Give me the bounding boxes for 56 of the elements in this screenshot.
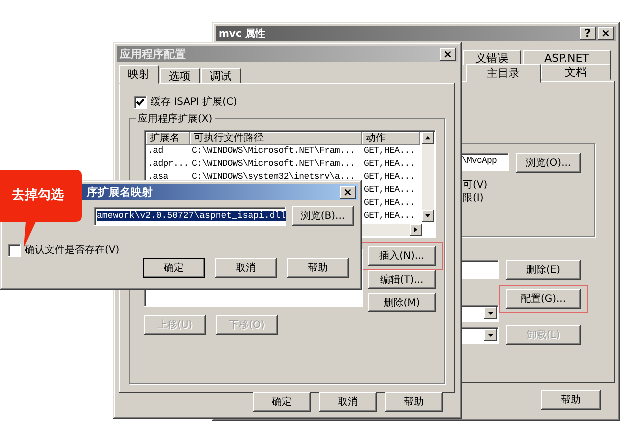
table-cell-text: GET,HEA...	[363, 197, 416, 210]
browse-button[interactable]: 浏览(B)...	[292, 206, 354, 226]
executable-field[interactable]: amework\v2.0.50727\aspnet_isapi.dll	[94, 206, 286, 226]
dropdown[interactable]	[459, 327, 499, 344]
scroll-right-icon[interactable]	[410, 224, 422, 236]
table-cell-text: C:\WINDOWS\system32\inetsrv\a...	[191, 171, 356, 184]
table-cell-text: GET,HEA...	[363, 184, 416, 197]
text-field[interactable]	[459, 260, 499, 279]
table-cell-text: GET,HEA...	[363, 171, 416, 184]
dialog-button[interactable]: 帮助	[385, 392, 443, 412]
column-header[interactable]: 可执行文件路径	[190, 132, 362, 145]
table-cell-text: GET,HEA...	[363, 145, 416, 158]
action-button[interactable]: 编辑(T)...	[368, 270, 436, 289]
window-title: 应用程序配置	[120, 46, 186, 62]
column-header[interactable]: 扩展名	[146, 132, 190, 145]
window-title: mvc 属性	[219, 28, 266, 40]
field-text: amework\v2.0.50727\aspnet_isapi.dll	[97, 210, 286, 220]
option-label: 可(V)	[463, 179, 488, 192]
help-button[interactable]: 帮助	[541, 390, 601, 410]
tab[interactable]: 选项	[160, 68, 200, 84]
tab[interactable]: 主目录	[466, 64, 541, 83]
scrollbar[interactable]	[422, 144, 434, 210]
dialog-button[interactable]: 取消	[215, 258, 277, 278]
tab[interactable]: 文档	[541, 64, 611, 80]
browse-button[interactable]: 浏览(O)...	[516, 153, 581, 173]
action-button[interactable]: 删除(E)	[506, 260, 581, 280]
table-cell-text: .ad	[147, 145, 164, 158]
group-title: 应用程序扩展(X)	[136, 112, 215, 126]
dialog-button[interactable]: 确定	[143, 258, 205, 278]
table-cell-text: GET,HEA...	[363, 210, 416, 223]
close-button[interactable]: ×	[340, 186, 356, 198]
dialog-button[interactable]: 帮助	[287, 258, 349, 278]
option-label: 限(I)	[463, 192, 484, 205]
dropdown[interactable]	[459, 305, 499, 322]
window-title: 序扩展名映射	[87, 184, 153, 200]
action-button[interactable]: 配置(G)...	[506, 289, 581, 309]
tab[interactable]: 映射	[119, 65, 159, 84]
table-cell-text: .adpr...	[147, 158, 190, 171]
checkbox[interactable]	[8, 244, 21, 256]
path-field[interactable]: \MvcApp	[459, 153, 509, 171]
table-cell-text: GET,HEA...	[363, 158, 416, 171]
dialog-button[interactable]: 取消	[319, 392, 377, 412]
scroll-down-icon[interactable]	[422, 210, 434, 222]
table-cell-text: .asa	[147, 171, 170, 184]
table-cell-text: C:\WINDOWS\Microsoft.NET\Fram...	[191, 158, 356, 171]
scroll-up-icon[interactable]	[422, 132, 434, 144]
table-cell-text: C:\WINDOWS\Microsoft.NET\Fram...	[191, 145, 356, 158]
insert-button[interactable]: 插入(N)...	[368, 246, 436, 266]
action-button[interactable]: 删除(M)	[368, 293, 436, 312]
checkbox-label: 缓存 ISAPI 扩展(C)	[151, 96, 238, 109]
dialog-button[interactable]: 确定	[253, 392, 311, 412]
callout-text: 去掉勾选	[12, 187, 64, 204]
tab[interactable]: 调试	[201, 68, 241, 84]
column-header[interactable]: 动作	[362, 132, 420, 145]
checkbox[interactable]	[134, 96, 147, 108]
checkbox-label: 确认文件是否存在(V)	[25, 244, 120, 257]
